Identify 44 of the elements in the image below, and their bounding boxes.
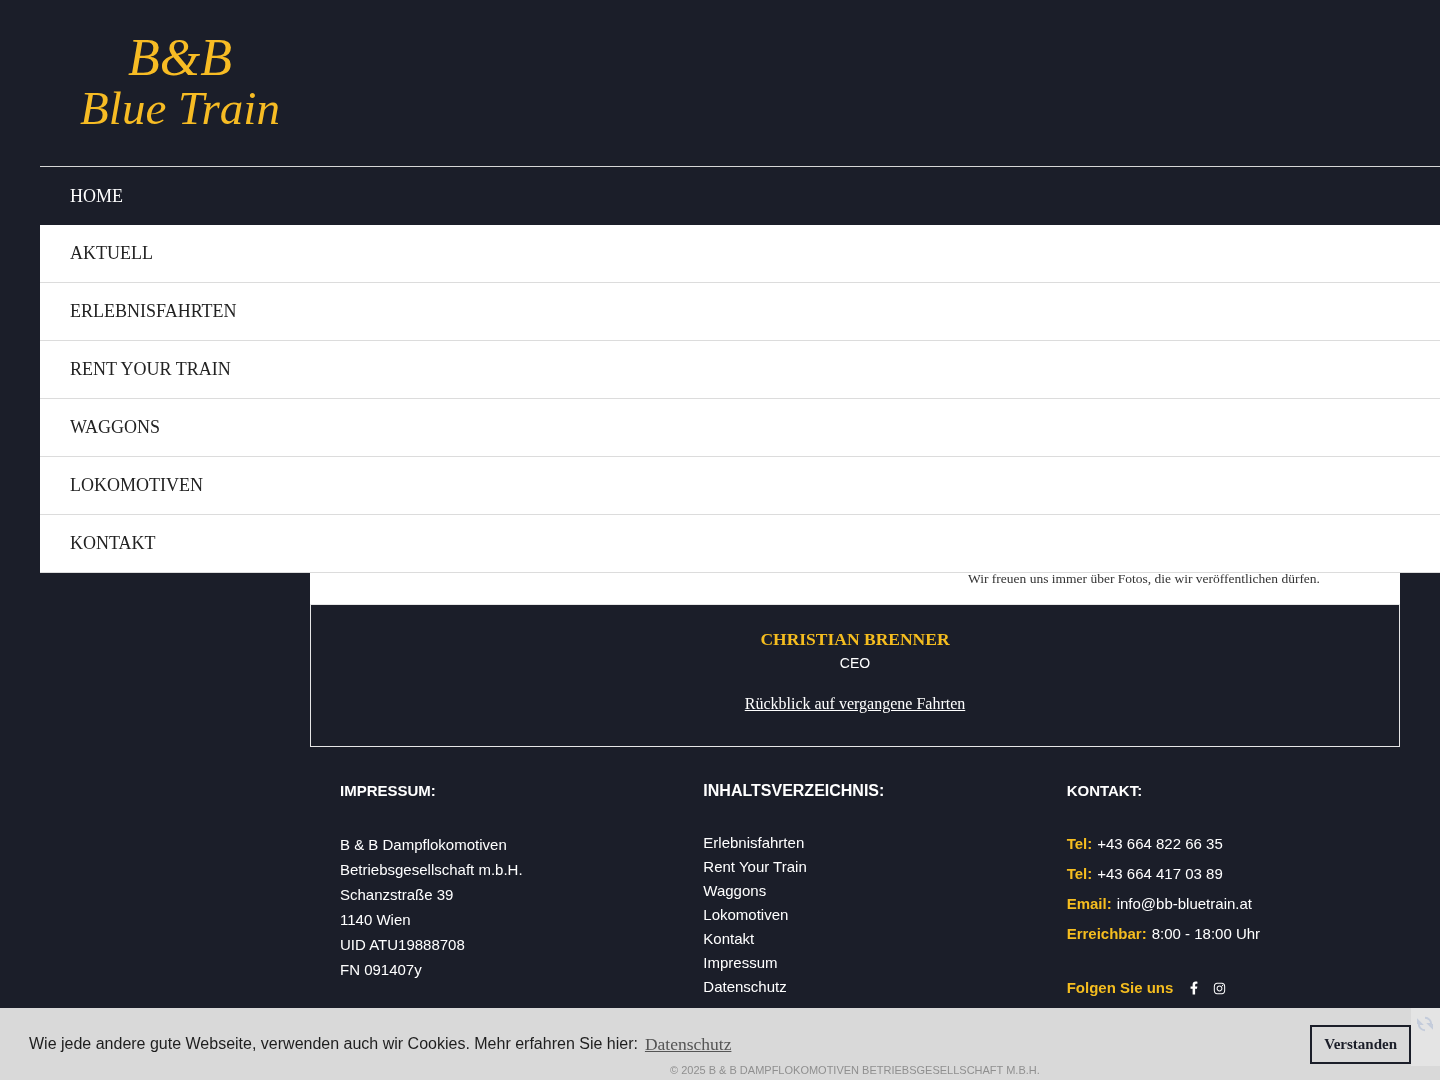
contact-value: +43 664 822 66 35: [1097, 834, 1223, 854]
circular-arrows-icon: [1417, 1016, 1433, 1032]
address-line: Betriebsgesellschaft m.b.H.: [340, 860, 524, 880]
address-line: Schanzstraße 39: [340, 885, 455, 905]
contact-value: +43 664 417 03 89: [1097, 864, 1223, 884]
address-line: FN 091407y: [340, 960, 423, 980]
contact-label: Tel:: [1066, 834, 1093, 854]
privacy-link[interactable]: Datenschutz: [644, 1030, 732, 1058]
photo-note: Wir freuen uns immer über Fotos, die wir veröffentlichen dürfen.: [968, 573, 1320, 588]
contact-label: Tel:: [1066, 864, 1093, 884]
nav-item[interactable]: LOKOMOTIVEN: [40, 457, 1440, 515]
nav-item[interactable]: ERLEBNISFAHRTEN: [40, 283, 1440, 341]
nav-item[interactable]: WAGGONS: [40, 399, 1440, 457]
accept-button[interactable]: Verstanden: [1310, 1024, 1411, 1064]
footer-link[interactable]: Kontakt: [703, 927, 755, 951]
contact-heading: KONTAKT:: [1066, 781, 1144, 801]
facebook-icon[interactable]: [1190, 981, 1199, 995]
copyright-text: © 2025 B & B DAMPFLOKOMOTIVEN BETRIEBSGESELLSCHAFT M.B.H.: [670, 1064, 1040, 1077]
address-line: UID ATU19888708: [340, 935, 466, 955]
contact-value: 8:00 - 18:00 Uhr: [1151, 924, 1261, 944]
contact-label: Erreichbar:: [1066, 924, 1147, 944]
person-role: CEO: [839, 654, 871, 672]
footer-link[interactable]: Erlebnisfahrten: [703, 831, 805, 855]
past-trips-link[interactable]: Rückblick auf vergangene Fahrten: [744, 694, 966, 714]
index-heading: INHALTSVERZEICHNIS:: [703, 781, 886, 801]
cookie-message: Wie jede andere gute Webseite, verwenden auch wir Cookies. Mehr erfahren Sie hier:: [29, 1034, 638, 1054]
follow-label: Folgen Sie uns: [1066, 977, 1174, 998]
nav-item[interactable]: RENT YOUR TRAIN: [40, 341, 1440, 399]
contact-value: info@bb-bluetrain.at: [1116, 894, 1252, 914]
footer-link[interactable]: Rent Your Train: [703, 855, 807, 879]
footer-link[interactable]: Lokomotiven: [703, 903, 789, 927]
address-line: 1140 Wien: [340, 910, 412, 930]
contact-label: Email:: [1066, 894, 1112, 914]
footer-link[interactable]: Waggons: [703, 879, 767, 903]
footer-link[interactable]: Datenschutz: [703, 975, 787, 999]
nav-item[interactable]: KONTAKT: [40, 515, 1440, 573]
instagram-icon[interactable]: [1213, 981, 1227, 995]
logo-monogram: B&B: [128, 32, 232, 84]
footer-link[interactable]: Impressum: [703, 951, 778, 975]
nav-item[interactable]: AKTUELL: [40, 225, 1440, 283]
person-name: CHRISTIAN BRENNER: [760, 628, 950, 650]
address-line: B & B Dampflokomotiven: [340, 835, 508, 855]
impressum-heading: IMPRESSUM:: [340, 781, 437, 801]
logo-wordmark: Blue Train: [80, 84, 280, 132]
